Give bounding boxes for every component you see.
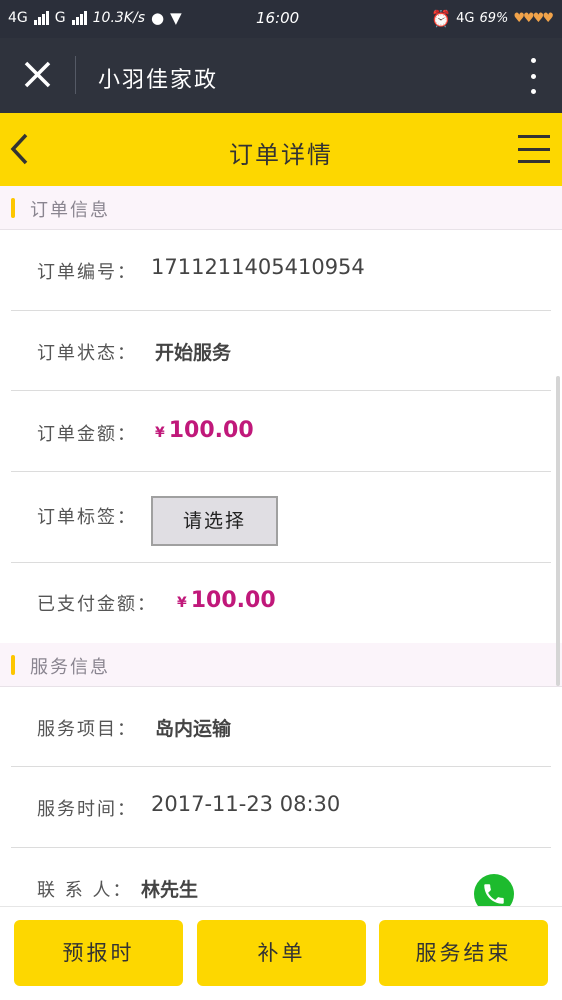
order-number-label: 订单编号： [37,262,137,283]
service-time-value: 2017-11-23 08:30 [151,792,341,816]
order-status-row: 订单状态： 开始服务 [11,311,551,391]
section-accent [11,655,15,675]
contact-row: 联 系 人： 林先生 [11,848,551,906]
paid-amount-row: 已支付金额： ¥100.00 [11,563,551,643]
phone-icon[interactable] [474,874,514,906]
more-vertical-icon[interactable] [528,58,538,94]
clock: 16:00 [256,9,300,27]
order-status-value: 开始服务 [155,342,232,364]
action-bar: 预报时 补单 服务结束 [0,906,562,1000]
signal-icon-2 [71,11,87,25]
signal-icon [33,11,49,25]
order-info-header: 订单信息 [0,186,562,230]
currency-symbol: ¥ [155,425,165,441]
status-right: ⏰ 4G 69% ♥♥♥♥ [431,9,554,28]
service-item-value: 岛内运输 [155,718,232,740]
amount-number: 100.00 [168,418,254,443]
wechat-icon: ● [151,9,165,27]
section-title: 服务信息 [30,657,110,678]
order-amount-label: 订单金额： [37,424,137,445]
battery-percent: 69% [479,11,509,26]
status-left: 4G G 10.3K/s ● ▼ [8,9,182,27]
service-info-header: 服务信息 [0,643,562,687]
app-title: 小羽佳家政 [98,68,219,93]
order-detail-content[interactable]: 订单信息 订单编号： 1711211405410954 订单状态： 开始服务 订… [0,186,562,906]
contact-value: 林先生 [141,879,199,901]
finish-service-button[interactable]: 服务结束 [379,920,548,986]
service-time-label: 服务时间： [37,799,137,820]
order-amount-value: ¥100.00 [155,418,254,443]
network-label: 4G [8,10,28,26]
section-accent [11,198,15,218]
paid-number: 100.00 [190,588,276,613]
order-amount-row: 订单金额： ¥100.00 [11,391,551,472]
title-divider [75,56,76,94]
currency-symbol: ¥ [177,595,187,611]
paid-amount-value: ¥100.00 [177,588,276,613]
contact-label: 联 系 人： [37,880,133,901]
order-number-row: 订单编号： 1711211405410954 [11,230,551,311]
report-time-button[interactable]: 预报时 [14,920,183,986]
supplement-order-button[interactable]: 补单 [197,920,366,986]
hearts-icon: ♥♥♥♥ [513,11,554,26]
service-item-row: 服务项目： 岛内运输 [11,687,551,767]
tag-select-button[interactable]: 请选择 [151,496,278,546]
order-number-value: 1711211405410954 [151,255,365,279]
service-item-label: 服务项目： [37,719,137,740]
service-time-row: 服务时间： 2017-11-23 08:30 [11,767,551,848]
scrollbar[interactable] [556,376,560,686]
close-icon[interactable] [18,58,58,94]
order-tag-row: 订单标签： 请选择 [11,472,551,563]
page-header: 订单详情 [0,113,562,186]
network-label-2: G [54,10,66,26]
network-speed: 10.3K/s [92,10,145,26]
page-title: 订单详情 [229,141,333,169]
order-tag-label: 订单标签： [37,507,137,528]
alarm-icon: ⏰ [431,9,452,28]
paid-amount-label: 已支付金额： [37,594,157,615]
order-status-label: 订单状态： [37,343,137,364]
section-title: 订单信息 [30,200,110,221]
hamburger-menu-icon[interactable] [518,135,550,163]
network-label-right: 4G [456,11,475,26]
vpn-shield-icon: ▼ [170,9,182,27]
app-title-bar: 小羽佳家政 [0,38,562,113]
status-bar: 4G G 10.3K/s ● ▼ 16:00 ⏰ 4G 69% ♥♥♥♥ [0,0,562,38]
